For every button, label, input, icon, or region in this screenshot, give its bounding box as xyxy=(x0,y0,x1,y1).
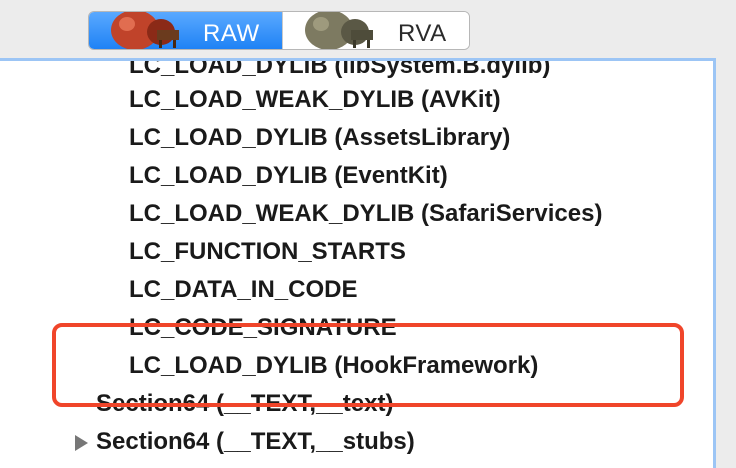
tree-row-label: LC_LOAD_DYLIB (EventKit) xyxy=(129,162,448,189)
tree-row[interactable]: LC_DATA_IN_CODE xyxy=(0,271,713,309)
tree-row[interactable]: LC_LOAD_WEAK_DYLIB (SafariServices) xyxy=(0,195,713,233)
view-mode-segmented-control[interactable]: RAW RVA xyxy=(88,11,470,50)
tree-row-label: LC_LOAD_DYLIB (AssetsLibrary) xyxy=(129,124,511,151)
tree-row-label: LC_LOAD_WEAK_DYLIB (AVKit) xyxy=(129,86,501,113)
tree-row[interactable]: LC_FUNCTION_STARTS xyxy=(0,233,713,271)
tree-row[interactable]: LC_LOAD_WEAK_DYLIB (AVKit) xyxy=(0,81,713,119)
tree-row-label: Section64 (__TEXT,__text) xyxy=(96,390,394,417)
tree-row-hook-framework[interactable]: LC_LOAD_DYLIB (HookFramework) xyxy=(0,347,713,385)
outline-rows: LC_LOAD_DYLIB (libSystem.B.dylib) LC_LOA… xyxy=(0,58,713,461)
window-edge xyxy=(716,58,736,468)
red-apple-icon xyxy=(111,12,179,49)
tree-row-label: LC_LOAD_WEAK_DYLIB (SafariServices) xyxy=(129,200,603,227)
tree-row-label: LC_LOAD_DYLIB (HookFramework) xyxy=(129,352,539,379)
raw-segment-label: RAW xyxy=(203,20,260,47)
tree-row-section[interactable]: Section64 (__TEXT,__stubs) xyxy=(0,423,713,461)
rva-segment[interactable]: RVA xyxy=(281,12,469,49)
tree-row-label: LC_DATA_IN_CODE xyxy=(129,276,358,303)
tree-row-label: LC_LOAD_DYLIB (libSystem.B.dylib) xyxy=(129,58,551,79)
tree-row[interactable]: LC_LOAD_DYLIB (libSystem.B.dylib) xyxy=(0,58,713,81)
app-window: RAW RVA LC_LOAD_DYLIB (libSystem.B.dylib… xyxy=(0,0,736,468)
tree-row-label: Section64 (__TEXT,__stubs) xyxy=(96,428,415,455)
gray-apple-icon xyxy=(304,12,373,49)
outline-view[interactable]: LC_LOAD_DYLIB (libSystem.B.dylib) LC_LOA… xyxy=(0,58,716,468)
tree-row-label: LC_FUNCTION_STARTS xyxy=(129,238,406,265)
raw-segment[interactable]: RAW xyxy=(89,12,282,49)
tree-row[interactable]: LC_LOAD_DYLIB (EventKit) xyxy=(0,157,713,195)
tree-row-section[interactable]: Section64 (__TEXT,__text) xyxy=(0,385,713,423)
tree-row[interactable]: LC_LOAD_DYLIB (AssetsLibrary) xyxy=(0,119,713,157)
tree-row-label: LC_CODE_SIGNATURE xyxy=(129,314,397,341)
rva-segment-label: RVA xyxy=(397,20,447,47)
tree-row-code-signature[interactable]: LC_CODE_SIGNATURE xyxy=(0,309,713,347)
disclosure-triangle-icon[interactable] xyxy=(75,435,88,451)
